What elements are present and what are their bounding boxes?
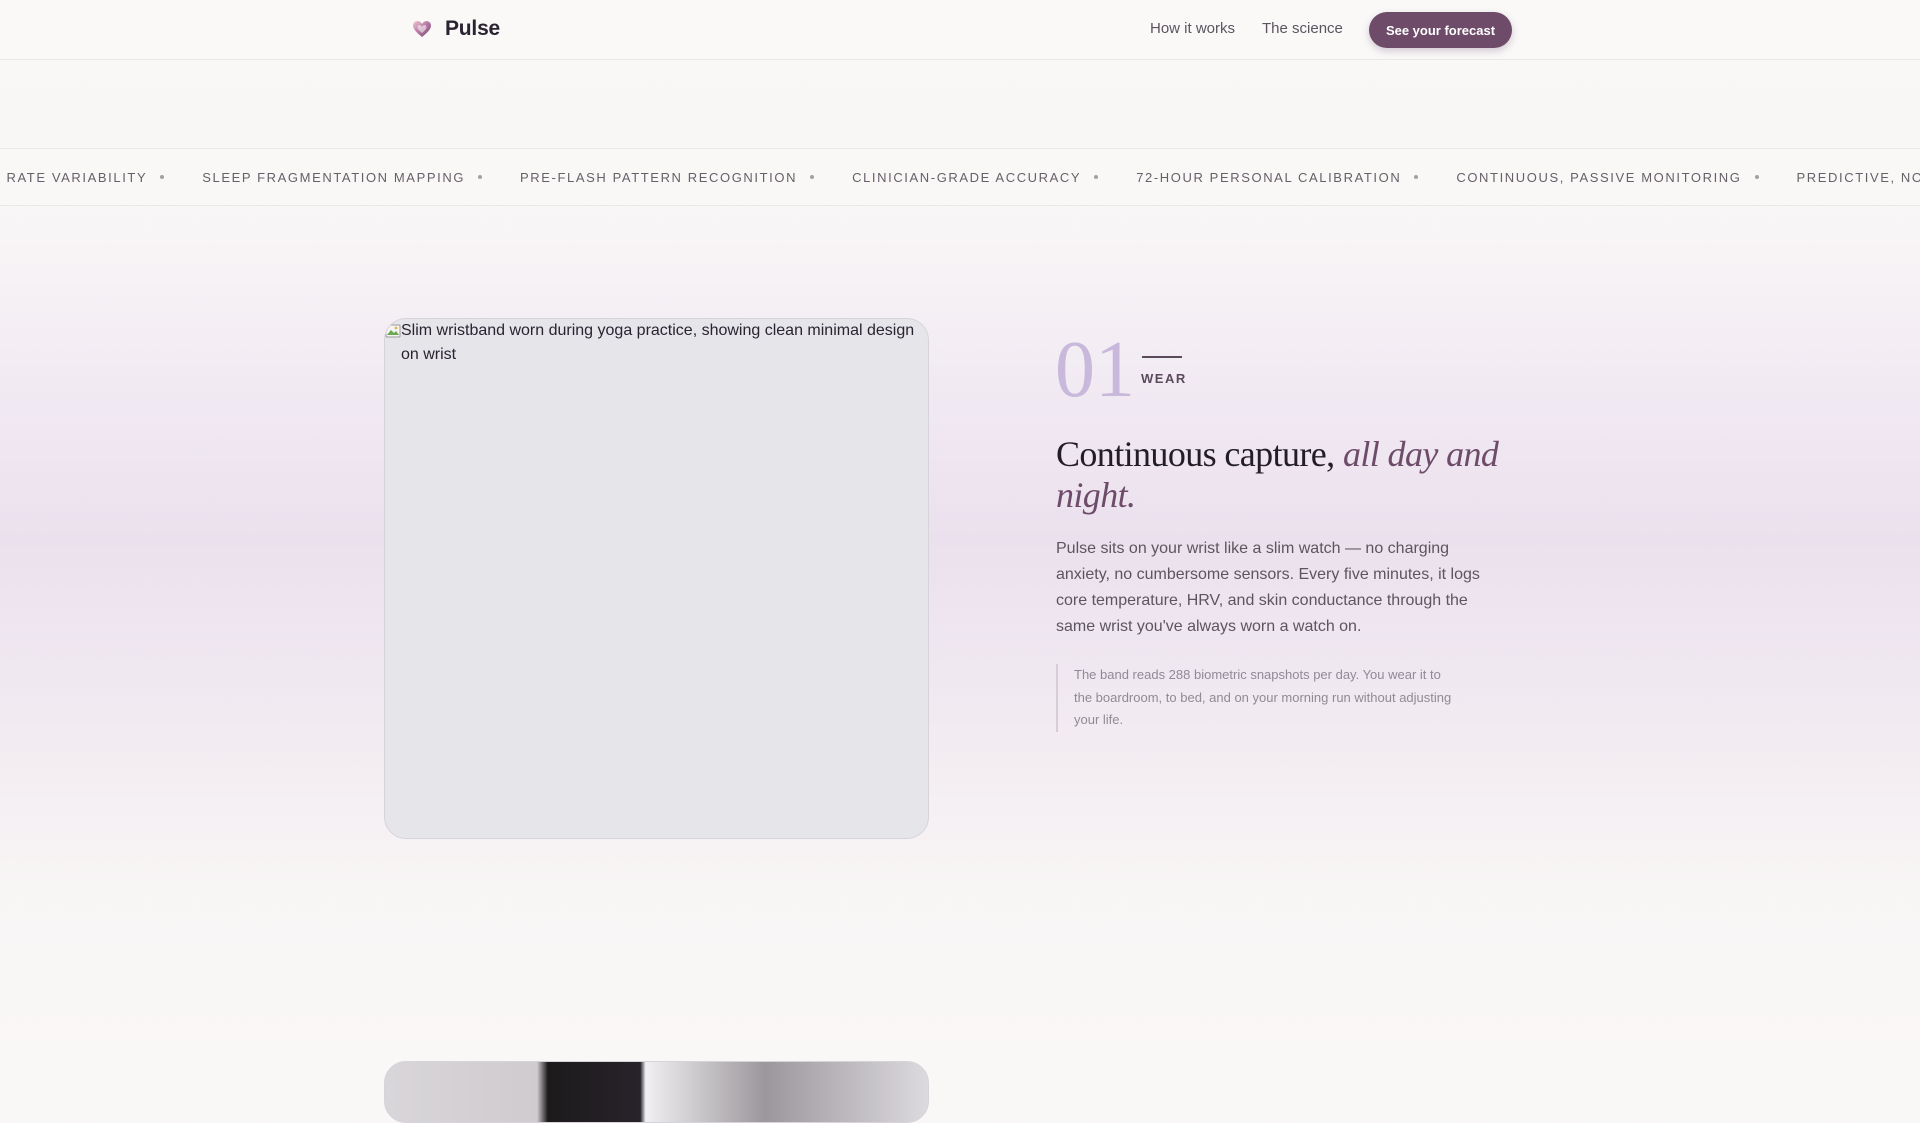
ticker-item: SLEEP FRAGMENTATION MAPPING	[202, 170, 520, 185]
ticker-item-label: T RATE VARIABILITY	[0, 170, 147, 185]
bullet-dot-icon	[1094, 175, 1098, 179]
ticker-item: T RATE VARIABILITY	[0, 170, 202, 185]
see-forecast-button[interactable]: See your forecast	[1369, 12, 1512, 48]
ticker-item: PREDICTIVE, NOT	[1797, 170, 1920, 185]
nav-link-how-it-works[interactable]: How it works	[1150, 20, 1235, 37]
brand-name: Pulse	[445, 17, 500, 41]
step-label: WEAR	[1141, 371, 1187, 386]
bullet-dot-icon	[1414, 175, 1418, 179]
image-alt-label: Slim wristband worn during yoga practice…	[401, 319, 928, 367]
ticker-item-label: CONTINUOUS, PASSIVE MONITORING	[1456, 170, 1741, 185]
ticker-item: PRE-FLASH PATTERN RECOGNITION	[520, 170, 852, 185]
step-number: 01	[1055, 330, 1135, 410]
wristband-image: Slim wristband worn during yoga practice…	[384, 318, 929, 839]
ticker-item: CLINICIAN-GRADE ACCURACY	[852, 170, 1136, 185]
heading-plain: Continuous capture,	[1056, 434, 1343, 474]
ticker-item-label: 72-HOUR PERSONAL CALIBRATION	[1136, 170, 1401, 185]
bullet-dot-icon	[160, 175, 164, 179]
ticker-track: T RATE VARIABILITY SLEEP FRAGMENTATION M…	[0, 149, 1920, 205]
image-alt-text: Slim wristband worn during yoga practice…	[385, 319, 928, 367]
bullet-dot-icon	[1755, 175, 1759, 179]
broken-image-icon	[385, 323, 401, 339]
bullet-dot-icon	[810, 175, 814, 179]
brand-logo[interactable]: Pulse	[411, 17, 500, 41]
pulse-logo-icon	[411, 18, 433, 40]
next-step-image	[384, 1061, 929, 1123]
step-description: Pulse sits on your wrist like a slim wat…	[1056, 536, 1496, 640]
step-heading: Continuous capture, all day and night.	[1056, 434, 1516, 516]
step-quote: The band reads 288 biometric snapshots p…	[1056, 664, 1459, 732]
ticker-item: 72-HOUR PERSONAL CALIBRATION	[1136, 170, 1456, 185]
ticker-item-label: PRE-FLASH PATTERN RECOGNITION	[520, 170, 797, 185]
feature-ticker: T RATE VARIABILITY SLEEP FRAGMENTATION M…	[0, 148, 1920, 206]
bullet-dot-icon	[478, 175, 482, 179]
quote-text: The band reads 288 biometric snapshots p…	[1074, 664, 1459, 732]
ticker-item-label: CLINICIAN-GRADE ACCURACY	[852, 170, 1081, 185]
ticker-item: CONTINUOUS, PASSIVE MONITORING	[1456, 170, 1796, 185]
step-divider	[1142, 356, 1182, 358]
ticker-item-label: PREDICTIVE, NOT	[1797, 170, 1920, 185]
top-navbar: Pulse How it works The science See your …	[0, 0, 1920, 60]
nav-link-the-science[interactable]: The science	[1262, 20, 1343, 37]
ticker-item-label: SLEEP FRAGMENTATION MAPPING	[202, 170, 465, 185]
